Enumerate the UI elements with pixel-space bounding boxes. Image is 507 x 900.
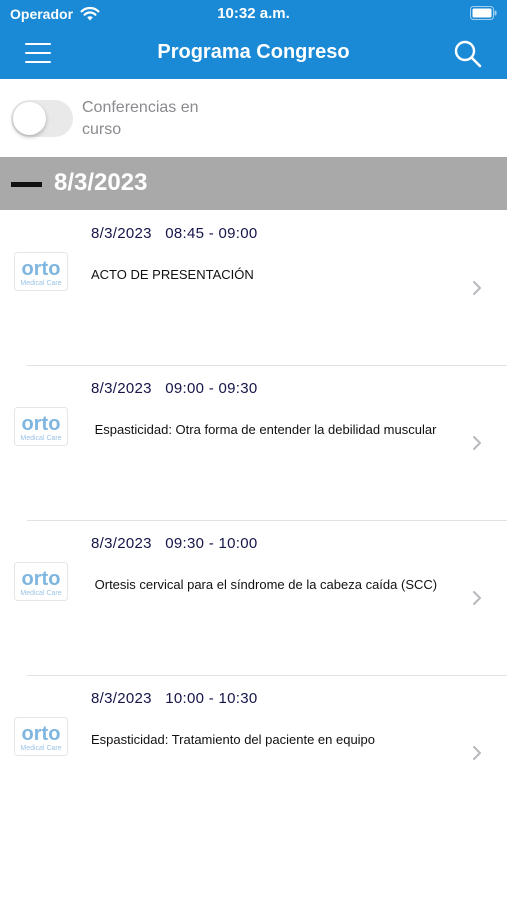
logo-wordmark: orto <box>22 258 61 280</box>
session-list: orto Medical Care 8/3/2023 08:45 - 09:00 AC… <box>0 210 507 830</box>
orto-medical-care-logo: ortoMedical Care <box>14 407 68 446</box>
logo-tagline: Medical Care <box>20 590 61 597</box>
session-item[interactable]: orto Medical Care 8/3/2023 09:00 - 09:30 E… <box>0 365 507 520</box>
session-time: 8/3/2023 08:45 - 09:00 <box>91 225 258 242</box>
status-time: 10:32 a.m. <box>217 5 290 22</box>
session-item[interactable]: orto Medical Care 8/3/2023 09:30 - 10:00 O… <box>0 520 507 675</box>
session-title: ACTO DE PRESENTACIÓN <box>91 267 254 282</box>
logo-tagline: Medical Care <box>20 280 61 287</box>
page-title: Programa Congreso <box>157 41 350 63</box>
session-time: 8/3/2023 09:30 - 10:00 <box>91 535 258 552</box>
session-title: Espasticidad: Tratamiento del paciente e… <box>91 732 376 747</box>
search-icon[interactable] <box>453 39 483 69</box>
menu-button[interactable] <box>22 38 54 68</box>
hamburger-icon <box>25 43 51 45</box>
session-time: 8/3/2023 10:00 - 10:30 <box>91 690 258 707</box>
orto-medical-care-logo: ortoMedical Care <box>14 562 68 601</box>
logo-tagline: Medical Care <box>20 745 61 752</box>
filter-row: Conferencias en curso <box>0 79 507 157</box>
chevron-right-icon <box>473 746 481 760</box>
logo-tagline: Medical Care <box>20 435 61 442</box>
date-section-header[interactable]: 8/3/2023 <box>0 157 507 210</box>
chevron-right-icon <box>473 436 481 450</box>
logo-wordmark: orto <box>22 413 61 435</box>
session-time: 8/3/2023 09:00 - 09:30 <box>91 380 258 397</box>
toggle-label: Conferencias en curso <box>82 99 199 138</box>
logo-wordmark: orto <box>22 723 61 745</box>
session-title: Ortesis cervical para el síndrome de la … <box>91 577 438 592</box>
chevron-right-icon <box>473 281 481 295</box>
conferences-in-progress-toggle[interactable] <box>11 100 73 137</box>
toggle-knob <box>13 102 46 135</box>
section-date: 8/3/2023 <box>54 169 148 196</box>
logo-wordmark: orto <box>22 568 61 590</box>
app-header: Operador 10:32 a.m. Programa Congreso <box>0 0 507 79</box>
chevron-right-icon <box>473 591 481 605</box>
session-item[interactable]: orto Medical Care 8/3/2023 08:45 - 09:00 AC… <box>0 210 507 365</box>
status-bar: Operador 10:32 a.m. <box>0 0 507 28</box>
session-title: Espasticidad: Otra forma de entender la … <box>91 422 437 437</box>
navigation-bar: Programa Congreso <box>0 28 507 79</box>
battery-icon <box>470 6 497 20</box>
orto-medical-care-logo: ortoMedical Care <box>14 252 68 291</box>
orto-medical-care-logo: ortoMedical Care <box>14 717 68 756</box>
session-item[interactable]: orto Medical Care 8/3/2023 10:00 - 10:30 Es… <box>0 675 507 830</box>
collapse-icon[interactable] <box>11 182 42 187</box>
